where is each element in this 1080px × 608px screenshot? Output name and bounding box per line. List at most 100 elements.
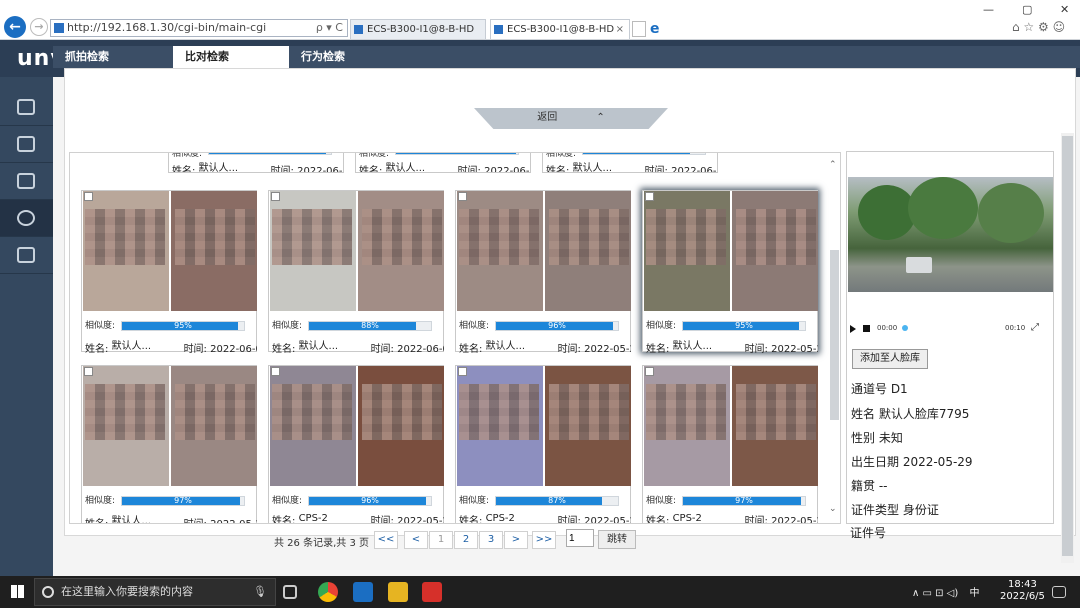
prev-page-button[interactable]: <	[404, 531, 428, 549]
result-card[interactable]: 相似度: 96% 姓名: CPS-2 时间: 2022-05-2...	[268, 365, 444, 523]
play-icon[interactable]	[850, 325, 856, 333]
similarity-percent: 96%	[209, 153, 331, 155]
similarity-bar: 97%	[121, 496, 245, 506]
fullscreen-icon[interactable]: ⤢	[1031, 322, 1039, 333]
snapshot-face-image[interactable]	[644, 191, 730, 311]
microphone-icon[interactable]: 🎙	[253, 579, 267, 605]
address-actions[interactable]: ρ ▾ C	[316, 20, 343, 36]
result-card-partial[interactable]: 相似度: 88% 姓名: 默认人... 时间: 2022-06-0...	[542, 153, 718, 173]
first-page-button[interactable]: <<	[374, 531, 398, 549]
snapshot-face-image[interactable]	[457, 191, 543, 311]
close-tab-icon[interactable]: ×	[616, 20, 624, 39]
last-page-button[interactable]: >>	[532, 531, 556, 549]
select-checkbox[interactable]	[458, 192, 467, 201]
result-card[interactable]: 相似度: 96% 姓名: 默认人... 时间: 2022-05-2...	[455, 190, 631, 355]
subtab-capture-search[interactable]: 抓拍检索	[53, 46, 173, 68]
taskbar-search[interactable]: 在这里输入你要搜索的内容 🎙	[34, 578, 276, 606]
snapshot-face-image[interactable]	[83, 191, 169, 311]
library-face-image[interactable]	[171, 191, 257, 311]
minimize-icon[interactable]: —	[983, 3, 994, 16]
grid-scrollbar-thumb[interactable]	[830, 250, 839, 420]
select-checkbox[interactable]	[84, 192, 93, 201]
subtab-compare-search[interactable]: 比对检索	[173, 46, 289, 68]
result-card[interactable]: 相似度: 88% 姓名: 默认人... 时间: 2022-06-0...	[268, 190, 444, 355]
notification-icon[interactable]	[1052, 586, 1066, 598]
library-face-image[interactable]	[358, 191, 444, 311]
result-card[interactable]: 相似度: 95% 姓名: 默认人... 时间: 2022-06-0...	[81, 190, 257, 355]
chevron-up-icon: ⌃	[596, 112, 605, 123]
result-time: 2022-05-2...	[584, 516, 631, 524]
snapshot-face-image[interactable]	[457, 366, 543, 486]
result-card[interactable]: 相似度: 87% 姓名: CPS-2 时间: 2022-05-2...	[455, 365, 631, 524]
select-checkbox[interactable]	[271, 192, 280, 201]
sidebar-item-analytics[interactable]	[0, 200, 53, 237]
select-checkbox[interactable]	[84, 367, 93, 376]
id-card-icon	[17, 136, 35, 152]
similarity-bar: 88%	[582, 153, 706, 155]
add-to-face-library-button[interactable]: 添加至人脸库	[852, 349, 928, 369]
system-tray[interactable]: ∧ ▭ ⊡ ◁) 中	[912, 584, 979, 599]
result-card[interactable]: 相似度: 97% 姓名: 默认人... 时间: 2022-05-2...	[81, 365, 257, 523]
scroll-up-icon[interactable]: ⌃	[829, 160, 837, 170]
stop-icon[interactable]	[863, 325, 870, 332]
task-view-icon[interactable]	[283, 585, 297, 599]
page-3-button[interactable]: 3	[479, 531, 503, 549]
result-name: 默认人...	[111, 341, 152, 352]
result-name: 默认人...	[298, 341, 339, 352]
ime-indicator[interactable]: 中	[969, 588, 979, 599]
snapshot-face-image[interactable]	[83, 366, 169, 486]
sidebar-item-capture-search[interactable]	[0, 89, 53, 126]
sidebar-item-vehicle[interactable]	[0, 163, 53, 200]
select-checkbox[interactable]	[645, 367, 654, 376]
jump-button[interactable]: 跳转	[598, 530, 636, 549]
select-checkbox[interactable]	[645, 192, 654, 201]
windows-start-icon[interactable]	[11, 585, 24, 598]
next-page-button[interactable]: >	[504, 531, 528, 549]
result-time: 2022-06-0...	[484, 166, 530, 173]
chrome-icon[interactable]	[318, 582, 338, 602]
library-face-image[interactable]	[545, 366, 631, 486]
snapshot-video[interactable]	[848, 177, 1053, 292]
sidebar-item-face-library[interactable]	[0, 126, 53, 163]
library-face-image[interactable]	[171, 366, 257, 486]
snapshot-face-image[interactable]	[644, 366, 730, 486]
taskbar-clock[interactable]: 18:43 2022/6/5	[1000, 579, 1045, 603]
result-card[interactable]: 相似度: 97% 姓名: CPS-2 时间: 2022-05-2...	[642, 365, 818, 523]
select-checkbox[interactable]	[458, 367, 467, 376]
page-1-button[interactable]: 1	[429, 531, 453, 549]
subtab-behavior-search[interactable]: 行为检索	[289, 46, 407, 68]
blurred-face	[175, 384, 255, 440]
select-checkbox[interactable]	[271, 367, 280, 376]
library-face-image[interactable]	[732, 366, 818, 486]
page-scrollbar-thumb[interactable]	[1062, 136, 1073, 556]
home-star-gear-icons[interactable]: ⌂ ☆ ⚙ ☺	[1012, 20, 1065, 34]
page-number-input[interactable]	[566, 529, 594, 547]
library-face-image[interactable]	[732, 191, 818, 311]
forward-button[interactable]: →	[30, 18, 48, 36]
library-face-image[interactable]	[358, 366, 444, 486]
browser-tab-2[interactable]: ECS-B300-I1@8-B-HD ×	[490, 19, 630, 39]
similarity-percent: 88%	[361, 321, 379, 330]
wps-icon[interactable]	[422, 582, 442, 602]
scroll-down-icon[interactable]: ⌄	[829, 504, 837, 514]
snapshot-face-image[interactable]	[270, 191, 356, 311]
progress-handle[interactable]	[902, 325, 908, 331]
window-close-icon[interactable]: ✕	[1060, 3, 1069, 16]
address-bar[interactable]: http://192.168.1.30/cgi-bin/main-cgi ρ ▾…	[50, 19, 348, 37]
result-card-partial[interactable]: 相似度: 98% 姓名: 默认人... 时间: 2022-06-0...	[355, 153, 531, 173]
back-button[interactable]: ←	[4, 16, 26, 38]
page-2-button[interactable]: 2	[454, 531, 478, 549]
name-prefix: 姓名:	[85, 344, 109, 355]
new-tab-button[interactable]	[632, 21, 646, 37]
result-card-partial[interactable]: 相似度: 96% 姓名: 默认人... 时间: 2022-06-0...	[168, 153, 344, 173]
return-button[interactable]: 返回 ⌃	[474, 108, 668, 129]
snapshot-face-image[interactable]	[270, 366, 356, 486]
sidebar-item-monitor[interactable]	[0, 237, 53, 274]
library-face-image[interactable]	[545, 191, 631, 311]
result-card[interactable]: 相似度: 95% 姓名: 默认人... 时间: 2022-05-2...	[642, 190, 818, 355]
ie-taskbar-icon[interactable]	[353, 582, 373, 602]
maximize-icon[interactable]: ▢	[1022, 3, 1032, 16]
taskbar-search-placeholder: 在这里输入你要搜索的内容	[61, 585, 193, 598]
folder-icon[interactable]	[388, 582, 408, 602]
browser-tab-1[interactable]: ECS-B300-I1@8-B-HD	[350, 19, 486, 39]
